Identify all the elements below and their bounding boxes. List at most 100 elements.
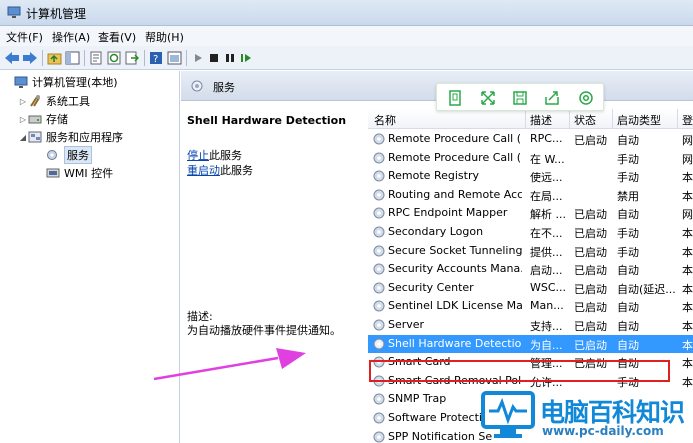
cell-startup-type: 手动: [617, 227, 639, 240]
cell-status: 已启动: [574, 282, 607, 296]
up-folder-icon[interactable]: [46, 50, 62, 66]
stop-service-icon[interactable]: [206, 50, 222, 66]
back-icon[interactable]: [4, 50, 20, 66]
settings-icon[interactable]: [577, 89, 595, 107]
help-icon[interactable]: ?: [148, 50, 164, 66]
page-icon[interactable]: [446, 89, 464, 107]
table-row[interactable]: Security Center WSC... 已启动 自动(延迟... 本: [368, 279, 693, 297]
refresh-icon[interactable]: [106, 50, 122, 66]
collapse-arrow-icon[interactable]: ◢: [18, 133, 28, 142]
save-icon[interactable]: [511, 89, 529, 107]
restart-service-icon[interactable]: [238, 50, 254, 66]
service-gear-icon: [373, 263, 385, 275]
menu-action[interactable]: 操作(A): [52, 29, 90, 45]
console-view-icon[interactable]: [166, 50, 182, 66]
menu-bar: 文件(F) 操作(A) 查看(V) 帮助(H): [0, 26, 693, 46]
forward-icon[interactable]: [22, 50, 38, 66]
svg-text:?: ?: [153, 54, 158, 65]
menu-view[interactable]: 查看(V): [98, 29, 136, 45]
cell-logon: 本: [682, 171, 693, 185]
table-row[interactable]: Remote Registry 使远... 手动 本: [368, 167, 693, 185]
services-gear-icon: [47, 150, 57, 160]
watermark-logo: 电脑百科知识 www.pc-daily.com: [480, 388, 693, 443]
column-header-logon[interactable]: 登: [682, 112, 693, 128]
cell-startup-type: 自动: [617, 338, 639, 352]
cell-logon: 本: [682, 301, 693, 315]
table-row[interactable]: Security Accounts Mana... 启动... 已启动 自动 本: [368, 260, 693, 278]
cell-logon: 本: [682, 282, 693, 296]
service-gear-icon: [373, 282, 385, 294]
share-icon[interactable]: [543, 89, 561, 107]
show-hide-tree-icon[interactable]: [64, 50, 80, 66]
cell-status: 已启动: [574, 227, 607, 240]
column-separator[interactable]: [612, 109, 613, 129]
cell-name: Secure Socket Tunneling...: [388, 243, 522, 257]
cell-startup-type: 自动(延迟...: [617, 282, 675, 296]
tree-item-system-tools[interactable]: ▷ 系统工具: [18, 92, 90, 110]
pane-title: 服务: [213, 81, 235, 94]
tree-item-label: 存储: [46, 113, 68, 126]
menu-file[interactable]: 文件(F): [6, 29, 43, 45]
cell-logon: 本: [682, 227, 693, 240]
properties-icon[interactable]: [88, 50, 104, 66]
cell-name: Routing and Remote Acc...: [388, 187, 522, 201]
list-header: 名称 描述 状态 启动类型 登: [368, 109, 693, 129]
service-gear-icon: [373, 300, 385, 312]
table-row[interactable]: Routing and Remote Acc... 在局... 禁用 本: [368, 186, 693, 204]
cell-status: 已启动: [574, 208, 607, 222]
table-row[interactable]: Remote Procedure Call (... RPC... 已启动 自动 网: [368, 130, 693, 148]
column-header-name[interactable]: 名称: [374, 112, 396, 128]
expand-icon[interactable]: [479, 89, 497, 107]
start-service-icon[interactable]: [190, 50, 206, 66]
cell-startup-type: 手动: [617, 245, 639, 259]
tree-root-label: 计算机管理(本地): [32, 76, 118, 89]
table-row[interactable]: Secure Socket Tunneling... 提供... 已启动 手动 本: [368, 242, 693, 260]
expand-arrow-icon[interactable]: ▷: [18, 97, 28, 106]
table-row[interactable]: Sentinel LDK License Ma... Man... 已启动 自动 本: [368, 297, 693, 315]
table-row[interactable]: Shell Hardware Detection 为自... 已启动 自动 本: [368, 334, 693, 353]
table-row[interactable]: Secondary Logon 在不... 已启动 手动 本: [368, 223, 693, 241]
tree-root[interactable]: 计算机管理(本地): [14, 73, 118, 91]
navigation-tree: 计算机管理(本地) ▷ 系统工具 ▷ 存储 ◢ 服务和应用程序 服务 WMI 控…: [0, 71, 180, 443]
column-separator[interactable]: [677, 109, 678, 129]
description-text: 为自动播放硬件事件提供通知。: [187, 324, 341, 337]
cell-startup-type: 自动: [617, 264, 639, 278]
table-row[interactable]: Remote Procedure Call (... 在 W... 手动 网: [368, 149, 693, 167]
menu-help[interactable]: 帮助(H): [145, 29, 184, 45]
cell-description: RPC...: [530, 132, 563, 145]
watermark-url: www.pc-daily.com: [542, 424, 664, 438]
cell-startup-type: 自动: [617, 208, 639, 222]
cell-logon: 网: [682, 152, 693, 166]
tree-item-services[interactable]: 服务: [46, 146, 92, 164]
pause-service-icon[interactable]: [222, 50, 238, 66]
tree-item-storage[interactable]: ▷ 存储: [18, 110, 68, 128]
cell-description: 为自...: [530, 338, 563, 352]
service-gear-icon: [373, 152, 385, 164]
restart-link[interactable]: 重启动: [187, 164, 220, 177]
cell-status: 已启动: [574, 245, 607, 259]
export-list-icon[interactable]: [124, 50, 140, 66]
cell-name: Server: [388, 318, 425, 331]
service-gear-icon: [373, 431, 385, 443]
storage-icon: [28, 115, 42, 124]
cell-status: 已启动: [574, 264, 607, 278]
cell-name: Shell Hardware Detection: [388, 336, 522, 350]
tools-icon: [30, 95, 40, 107]
expand-arrow-icon[interactable]: ▷: [18, 115, 28, 124]
column-separator[interactable]: [569, 109, 570, 129]
column-separator[interactable]: [525, 109, 526, 129]
tree-item-wmi[interactable]: WMI 控件: [46, 164, 113, 182]
stop-link[interactable]: 停止: [187, 149, 209, 162]
column-header-status[interactable]: 状态: [574, 112, 596, 128]
tree-item-services-apps[interactable]: ◢ 服务和应用程序: [18, 128, 123, 146]
table-row[interactable]: Server 支持... 已启动 自动 本: [368, 316, 693, 334]
tree-item-label: 服务和应用程序: [46, 131, 123, 144]
column-header-description[interactable]: 描述: [530, 112, 552, 128]
computer-management-icon: [7, 6, 21, 18]
cell-startup-type: 禁用: [617, 189, 639, 203]
service-gear-icon: [373, 338, 385, 350]
stop-link-suffix: 此服务: [209, 149, 242, 162]
column-header-startup-type[interactable]: 启动类型: [617, 112, 661, 128]
table-row[interactable]: RPC Endpoint Mapper 解析 ... 已启动 自动 网: [368, 204, 693, 222]
cell-description: 解析 ...: [530, 208, 566, 222]
